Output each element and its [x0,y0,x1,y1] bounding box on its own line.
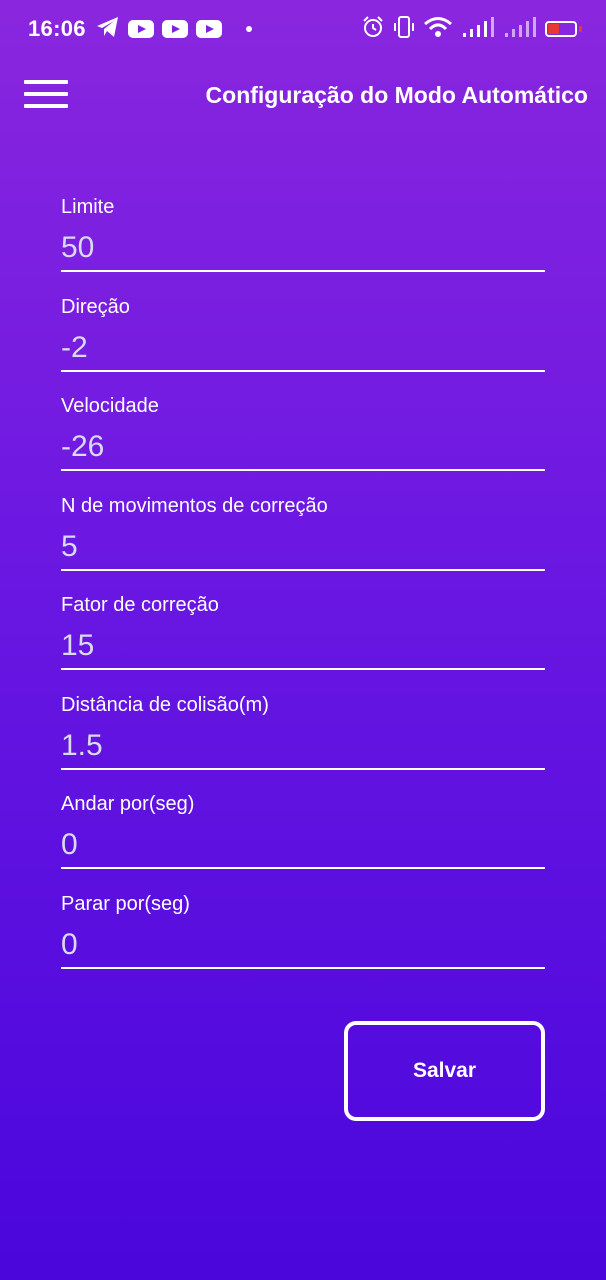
youtube-icon [196,20,222,38]
field-distancia-colisao: Distância de colisão(m) [61,694,545,794]
menu-bar-line [24,92,68,96]
field-direcao: Direção [61,296,545,396]
andar-por-input[interactable] [61,823,545,869]
telegram-icon [96,16,120,43]
alarm-icon [361,15,385,44]
notification-dot-icon [246,26,252,32]
hamburger-menu-icon[interactable] [24,78,70,112]
status-icons-right [361,15,582,44]
field-fator-correcao: Fator de correção [61,594,545,694]
field-label: N de movimentos de correção [61,494,328,517]
movimentos-correcao-input[interactable] [61,524,545,571]
battery-tip [579,26,582,32]
battery-icon [545,21,577,37]
field-label: Parar por(seg) [61,892,190,915]
menu-bar-line [24,80,68,84]
save-button[interactable]: Salvar [344,1021,545,1121]
field-velocidade: Velocidade [61,395,545,495]
menu-bar-line [24,104,68,108]
field-label: Limite [61,196,115,218]
field-label: Distância de colisão(m) [61,693,269,716]
battery-level-fill [548,24,560,34]
field-label: Velocidade [61,395,159,417]
status-time: 16:06 [28,16,86,41]
status-bar: 16:06 [0,0,606,56]
field-andar-por: Andar por(seg) [61,793,545,893]
signal-icon [461,16,495,43]
page-title: Configuração do Modo Automático [205,82,588,108]
youtube-icon [162,20,188,38]
field-parar-por: Parar por(seg) [61,893,545,993]
signal-icon [503,16,537,43]
field-label: Fator de correção [61,594,219,616]
field-limite: Limite [61,196,545,296]
vibrate-icon [393,15,415,44]
velocidade-input[interactable] [61,425,545,471]
field-label: Direção [61,295,130,318]
youtube-icon [128,20,154,38]
status-icons-left [96,16,252,42]
field-movimentos-correcao: N de movimentos de correção [61,495,545,595]
limite-input[interactable] [61,226,545,272]
parar-por-input[interactable] [61,922,545,969]
app-bar: Configuração do Modo Automático [0,70,606,120]
distancia-colisao-input[interactable] [61,723,545,770]
wifi-icon [423,16,453,43]
direcao-input[interactable] [61,325,545,372]
field-label: Andar por(seg) [61,793,195,815]
settings-form: Limite Direção Velocidade N de movimento… [61,196,545,992]
fator-correcao-input[interactable] [61,624,545,670]
